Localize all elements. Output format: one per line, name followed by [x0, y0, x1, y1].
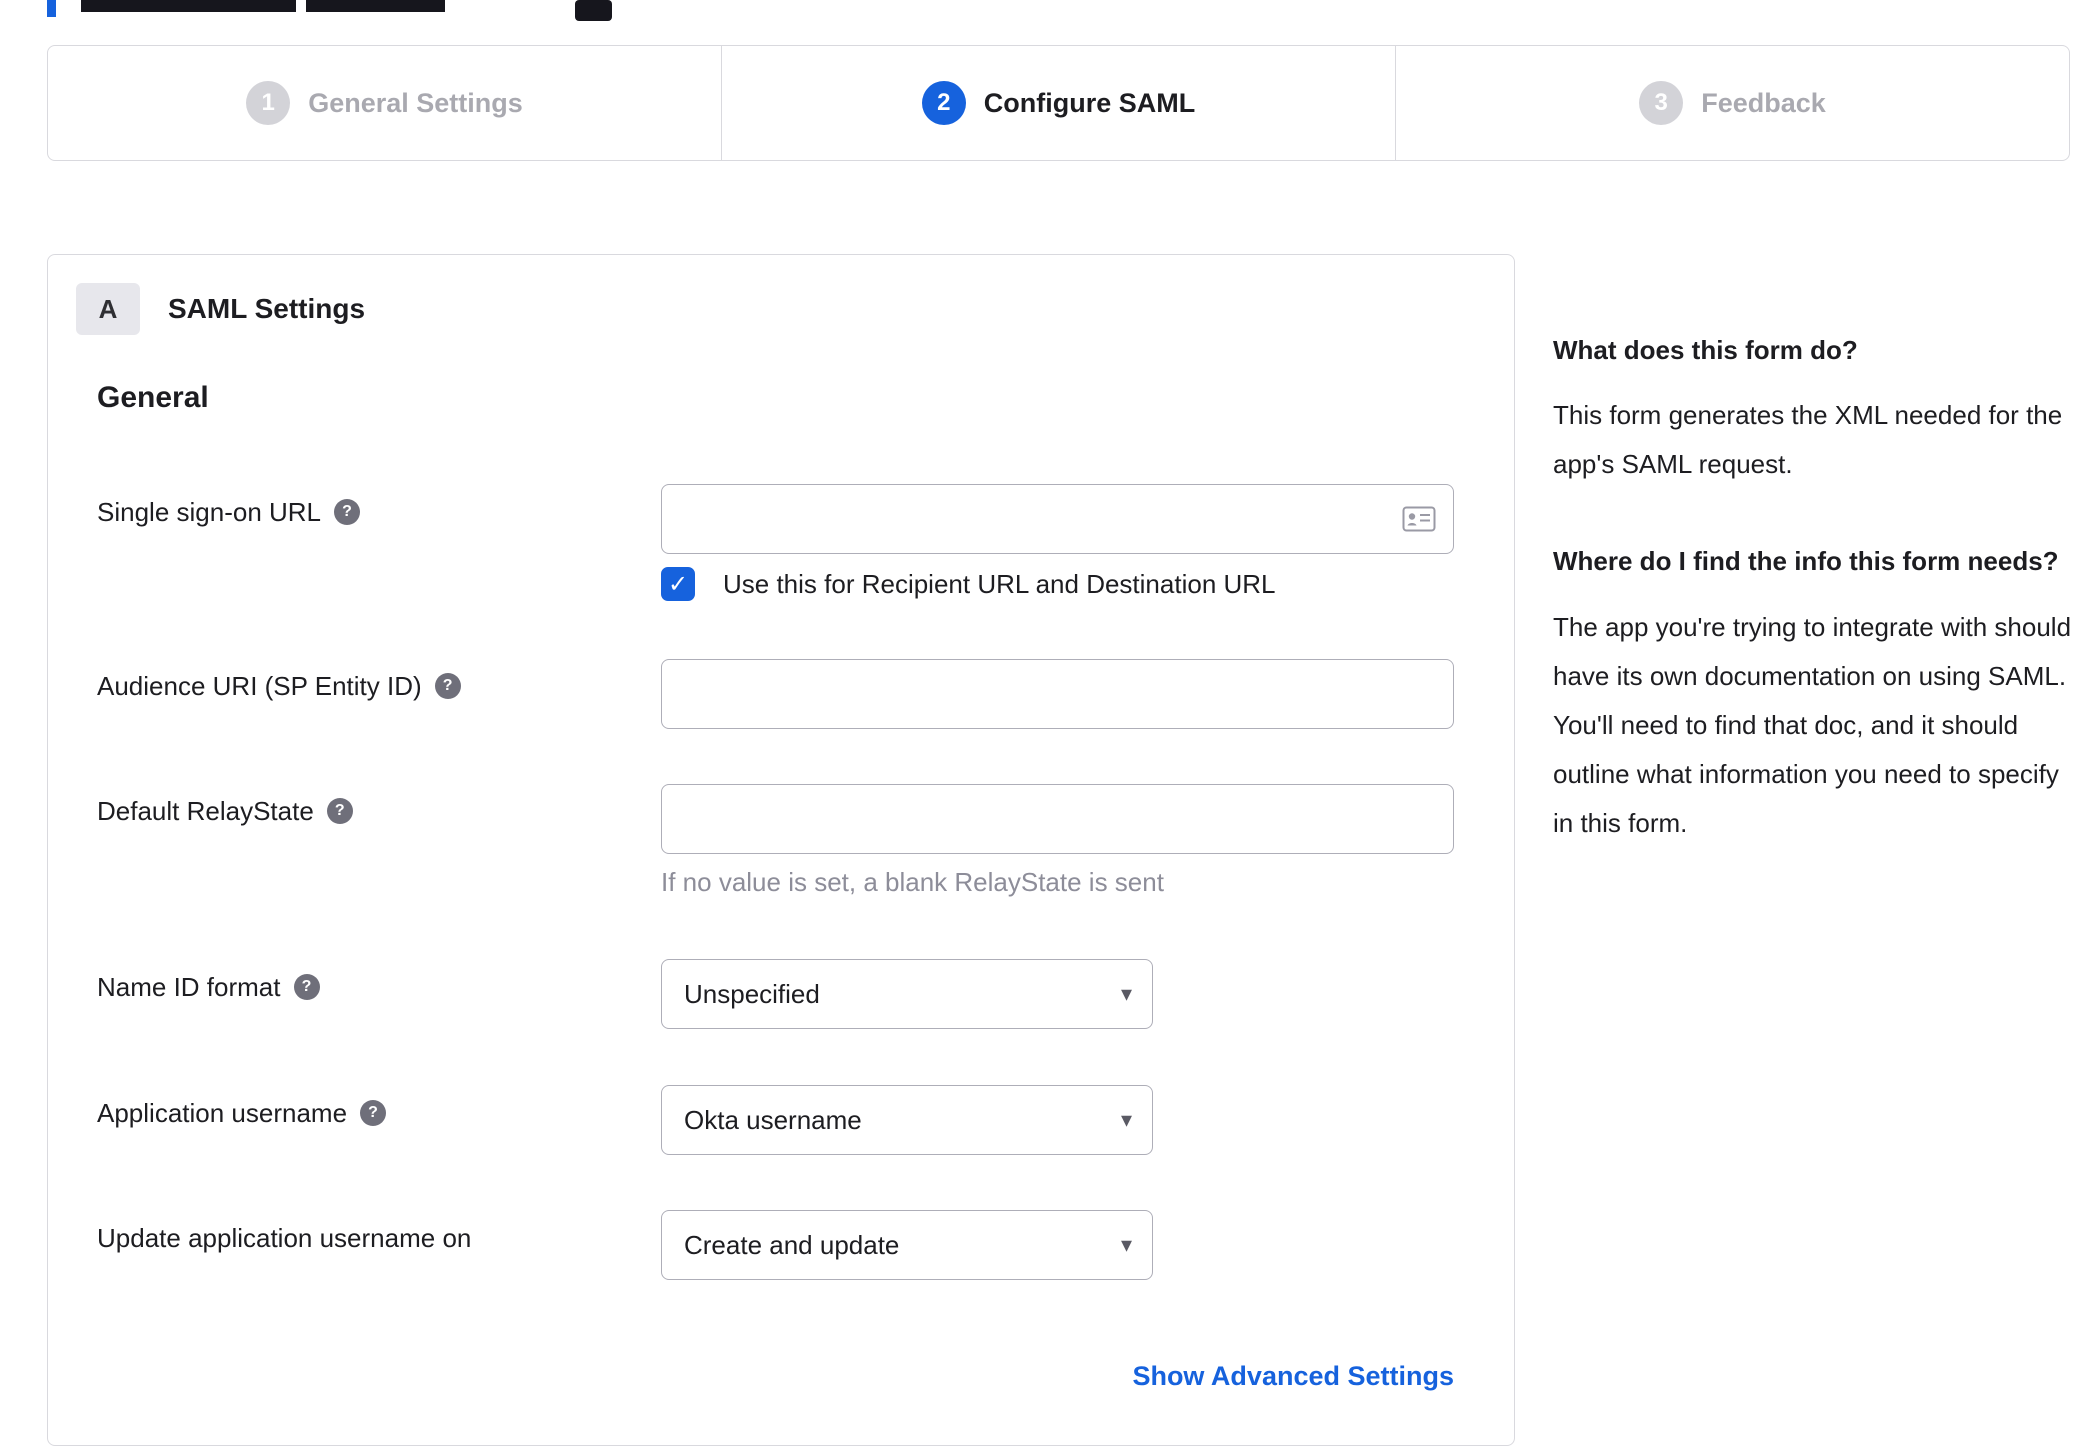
default-relaystate-input[interactable]: [661, 784, 1454, 854]
step-feedback[interactable]: 3 Feedback: [1395, 46, 2069, 160]
help-icon[interactable]: ?: [434, 673, 461, 699]
help-icon[interactable]: ?: [360, 1100, 387, 1126]
section-a-badge: A: [76, 283, 140, 335]
chevron-down-icon: ▾: [1120, 1232, 1132, 1257]
cutoff-header-accent: [47, 0, 56, 17]
help-icon[interactable]: ?: [293, 974, 320, 1000]
help-icon[interactable]: ?: [334, 499, 361, 525]
chevron-down-icon: ▾: [1120, 981, 1132, 1006]
step-number-badge: 2: [921, 81, 966, 125]
sso-checkbox[interactable]: ✓: [661, 567, 695, 601]
step-label: Feedback: [1701, 87, 1826, 118]
saml-settings-panel: A SAML Settings General Single sign-on U…: [47, 254, 1515, 1446]
update-username-select[interactable]: Create and update ▾: [661, 1210, 1153, 1280]
help-sidebar: What does this form do? This form genera…: [1553, 333, 2073, 894]
selected-value: Okta username: [684, 1105, 862, 1135]
general-section-heading: General: [97, 381, 209, 414]
application-username-select[interactable]: Okta username ▾: [661, 1085, 1153, 1155]
sso-url-input[interactable]: [661, 484, 1454, 554]
help-icon[interactable]: ?: [326, 798, 353, 824]
cutoff-header-icon: [575, 0, 612, 21]
cutoff-header-text: [306, 0, 445, 12]
selected-value: Unspecified: [684, 979, 820, 1009]
name-id-format-label: Name ID format: [97, 972, 281, 1002]
check-icon: ✓: [667, 571, 689, 598]
audience-uri-input[interactable]: [661, 659, 1454, 729]
step-label: Configure SAML: [983, 87, 1196, 118]
application-username-label: Application username: [97, 1098, 348, 1128]
sidebar-heading-where: Where do I find the info this form needs…: [1553, 546, 2059, 576]
name-id-format-select[interactable]: Unspecified ▾: [661, 959, 1153, 1029]
sidebar-heading-what: What does this form do?: [1553, 335, 1858, 365]
sso-url-label: Single sign-on URL: [97, 497, 322, 527]
default-relaystate-label: Default RelayState: [97, 796, 314, 826]
selected-value: Create and update: [684, 1230, 900, 1260]
chevron-down-icon: ▾: [1120, 1107, 1132, 1132]
step-label: General Settings: [308, 87, 523, 118]
step-general-settings[interactable]: 1 General Settings: [48, 46, 721, 160]
step-number-badge: 3: [1639, 81, 1684, 125]
cutoff-header-text: [81, 0, 296, 12]
sidebar-body-where: The app you're trying to integrate with …: [1553, 612, 2072, 838]
step-number-badge: 1: [246, 81, 291, 125]
wizard-stepper: 1 General Settings 2 Configure SAML 3 Fe…: [47, 45, 2070, 161]
sidebar-body-what: This form generates the XML needed for t…: [1553, 400, 2063, 479]
update-username-label: Update application username on: [97, 1223, 472, 1253]
sso-checkbox-label: Use this for Recipient URL and Destinati…: [723, 568, 1276, 599]
show-advanced-settings-link[interactable]: Show Advanced Settings: [661, 1361, 1454, 1392]
step-configure-saml[interactable]: 2 Configure SAML: [721, 46, 1395, 160]
relaystate-hint: If no value is set, a blank RelayState i…: [661, 867, 1164, 897]
contact-card-icon[interactable]: [1402, 506, 1436, 532]
audience-uri-label: Audience URI (SP Entity ID): [97, 671, 422, 701]
panel-title: SAML Settings: [168, 293, 366, 324]
